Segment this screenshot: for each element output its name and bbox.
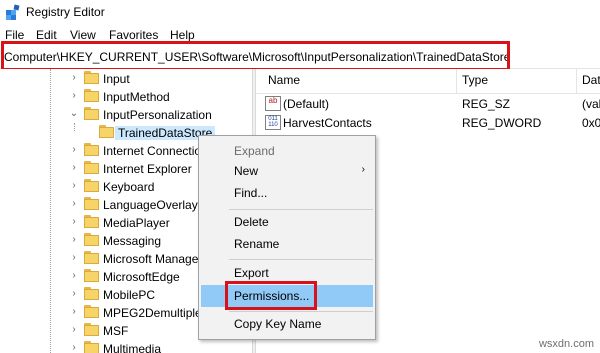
expand-arrow-icon[interactable]: › xyxy=(69,306,79,317)
tree-item-label: Internet Connectio xyxy=(103,144,202,158)
title-bar: Registry Editor xyxy=(0,0,600,26)
expand-arrow-icon[interactable]: › xyxy=(69,216,79,227)
expand-arrow-icon[interactable]: › xyxy=(69,342,79,353)
folder-icon xyxy=(84,251,99,264)
tree-item-label: Internet Explorer xyxy=(103,162,192,176)
collapse-arrow-icon[interactable]: ⌄ xyxy=(69,108,79,119)
watermark: wsxdn.com xyxy=(538,338,594,350)
address-highlight-box xyxy=(1,41,510,71)
expand-arrow-icon[interactable]: › xyxy=(69,324,79,335)
menu-edit[interactable]: Edit xyxy=(36,28,57,42)
folder-icon xyxy=(84,107,99,120)
context-item-delete[interactable]: Delete xyxy=(201,211,373,233)
context-item-label: Expand xyxy=(234,144,275,158)
context-item-find[interactable]: Find... xyxy=(201,182,373,204)
tree-item-label: Input xyxy=(103,72,130,86)
menu-separator xyxy=(229,209,373,210)
folder-icon xyxy=(84,89,99,102)
value-type: REG_DWORD xyxy=(462,116,542,130)
binary-value-icon: 011 110 xyxy=(265,115,281,130)
value-name: HarvestContacts xyxy=(283,116,372,130)
tree-item-label: Multimedia xyxy=(103,342,162,353)
tree-item-label: MSF xyxy=(103,324,129,338)
menu-favorites[interactable]: Favorites xyxy=(109,28,158,42)
column-header-data[interactable]: Dat xyxy=(582,73,600,87)
value-data: (val xyxy=(582,97,600,111)
value-type: REG_SZ xyxy=(462,97,511,111)
open-folder-icon xyxy=(99,125,114,138)
folder-icon xyxy=(84,197,99,210)
tree-item-label: MediaPlayer xyxy=(103,216,170,230)
expand-arrow-icon[interactable]: › xyxy=(69,288,79,299)
submenu-arrow-icon: › xyxy=(361,164,365,175)
tree-item-label: MicrosoftEdge xyxy=(103,270,180,284)
tree-item-label: Microsoft Manage xyxy=(103,252,199,266)
context-item-new[interactable]: New › xyxy=(201,160,373,182)
menu-file[interactable]: File xyxy=(5,28,24,42)
context-item-label: Find... xyxy=(234,186,268,200)
value-row-default[interactable]: ab (Default) REG_SZ (val xyxy=(256,95,600,113)
tree-item-multimedia[interactable]: › Multimedia xyxy=(0,340,252,353)
menu-separator xyxy=(229,311,373,312)
menu-separator xyxy=(229,259,373,260)
expand-arrow-icon[interactable]: › xyxy=(69,198,79,209)
folder-icon xyxy=(84,287,99,300)
context-item-label: New xyxy=(234,164,259,178)
permissions-highlight-box xyxy=(225,281,317,310)
folder-icon xyxy=(84,305,99,318)
expand-arrow-icon[interactable]: › xyxy=(69,180,79,191)
tree-item-inputmethod[interactable]: › InputMethod xyxy=(0,88,252,106)
expand-arrow-icon[interactable]: › xyxy=(69,72,79,83)
tree-item-label: Messaging xyxy=(103,234,162,248)
menu-view[interactable]: View xyxy=(70,28,96,42)
tree-item-label: InputMethod xyxy=(103,90,170,104)
tree-item-label: InputPersonalization xyxy=(103,108,212,122)
tree-item-input[interactable]: › Input xyxy=(0,70,252,88)
expand-arrow-icon[interactable]: › xyxy=(69,162,79,173)
folder-icon xyxy=(84,233,99,246)
expand-arrow-icon[interactable]: › xyxy=(69,252,79,263)
tree-item-label: LanguageOverlay xyxy=(103,198,198,212)
value-name: (Default) xyxy=(283,97,330,111)
folder-icon xyxy=(84,215,99,228)
registry-icon xyxy=(6,4,20,20)
folder-icon xyxy=(84,143,99,156)
tree-item-inputpersonalization[interactable]: ⌄ InputPersonalization xyxy=(0,106,252,124)
column-header-type[interactable]: Type xyxy=(462,73,488,87)
expand-arrow-icon[interactable]: › xyxy=(69,144,79,155)
folder-icon xyxy=(84,71,99,84)
value-data: 0x0 xyxy=(582,116,600,130)
folder-icon xyxy=(84,161,99,174)
value-row-harvestcontacts[interactable]: 011 110 HarvestContacts REG_DWORD 0x0 xyxy=(256,114,600,132)
context-item-expand[interactable]: Expand xyxy=(201,140,373,162)
column-header-name[interactable]: Name xyxy=(268,73,300,87)
tree-item-label: Keyboard xyxy=(103,180,155,194)
folder-icon xyxy=(84,269,99,282)
expand-arrow-icon[interactable]: › xyxy=(69,90,79,101)
column-divider[interactable] xyxy=(456,69,457,93)
window-title: Registry Editor xyxy=(26,5,105,19)
string-value-icon: ab xyxy=(265,96,281,111)
context-item-copy-key-name[interactable]: Copy Key Name xyxy=(201,313,373,335)
expand-arrow-icon[interactable]: › xyxy=(69,234,79,245)
menu-help[interactable]: Help xyxy=(170,28,195,42)
folder-icon xyxy=(84,341,99,353)
context-item-label: Copy Key Name xyxy=(234,317,322,331)
context-item-label: Rename xyxy=(234,237,280,251)
context-item-rename[interactable]: Rename xyxy=(201,233,373,255)
tree-item-label: MobilePC xyxy=(103,288,156,302)
tree-item-label: MPEG2Demultiple xyxy=(103,306,202,320)
folder-icon xyxy=(84,179,99,192)
context-item-label: Delete xyxy=(234,215,269,229)
context-item-label: Export xyxy=(234,266,269,280)
header-divider xyxy=(256,93,600,94)
column-divider[interactable] xyxy=(576,69,577,93)
folder-icon xyxy=(84,323,99,336)
expand-arrow-icon[interactable]: › xyxy=(69,270,79,281)
